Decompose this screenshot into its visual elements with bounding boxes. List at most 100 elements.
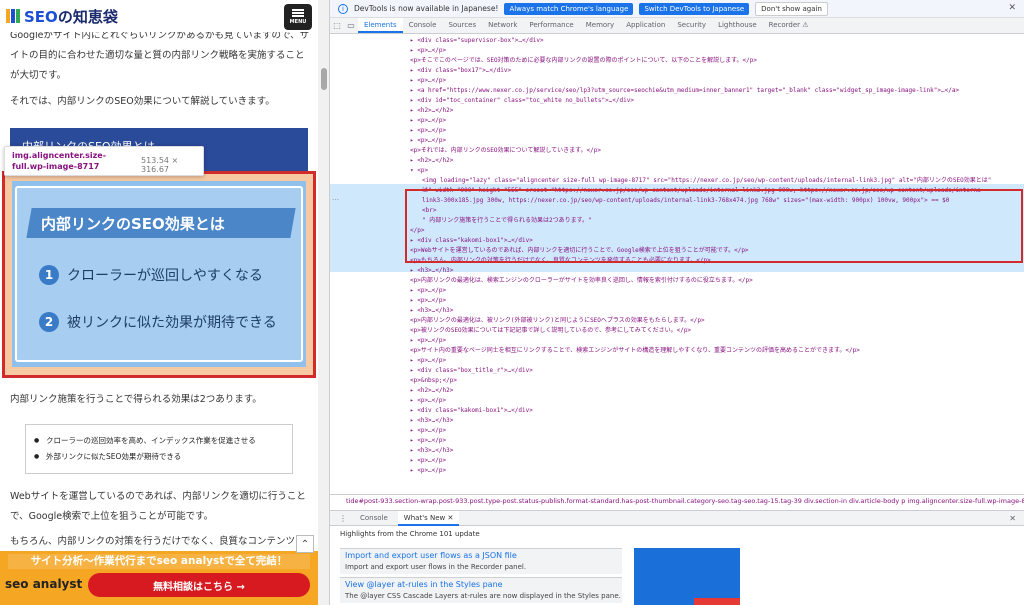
infobar-message: DevTools is now available in Japanese!	[354, 4, 499, 13]
screen: SEOの知恵袋 MENU Googleがサイト内にどれぐらいリンクがあるかも見て…	[0, 0, 1024, 605]
drawer-tabbar: ⋮ Console What's New ✕ ✕	[330, 510, 1024, 526]
dom-node-line[interactable]: ▸ <h2>…</h2>	[330, 106, 1024, 116]
dom-node-line[interactable]: ▸ <h2>…</h2>	[330, 386, 1024, 396]
inspect-element-icon[interactable]: ⬚	[330, 18, 344, 33]
dom-tree: … ▸ <div class="supervisor-box">…</div> ▸…	[330, 34, 1024, 494]
dom-node-line[interactable]: ▸ <div class="box17">…</div>	[330, 66, 1024, 76]
dom-node-line[interactable]: ▸ <div id="toc_container" class="toc_whi…	[330, 96, 1024, 106]
article-image: 内部リンクのSEO効果とは 1 クローラーが巡回しやすくなる 2 被リンクに似た…	[12, 181, 306, 367]
hamburger-icon	[292, 9, 304, 17]
scroll-to-top-button[interactable]: ⌃	[296, 535, 314, 553]
dom-node-line[interactable]: ▸ <h3>…</h3>	[330, 266, 1024, 276]
dom-node-line[interactable]: ▸ <p>…</p>	[330, 396, 1024, 406]
summary-box: クローラーの巡回効率を高め、インデックス作業を促進させる 外部リンクに似たSEO…	[25, 424, 293, 474]
highlights-title: Highlights from the Chrome 101 update	[340, 530, 480, 538]
paragraph-after-image: 内部リンク施策を行うことで得られる効果は2つあります。	[10, 394, 262, 405]
card-description: Import and export user flows in the Reco…	[345, 563, 527, 571]
devtools-tabbar: ⬚ ▭ Elements Console Sources Network Per…	[330, 18, 1024, 34]
dom-node-line[interactable]: ▸ <p>…</p>	[330, 466, 1024, 476]
dom-node-line[interactable]: ▸ <h3>…</h3>	[330, 446, 1024, 456]
card-description: The @layer CSS Cascade Layers at-rules a…	[345, 592, 621, 600]
dom-node-line[interactable]: <p>&nbsp;</p>	[330, 376, 1024, 386]
number-badge-icon: 2	[39, 312, 59, 332]
inspector-tooltip: img.aligncenter.size-full.wp-image-8717 …	[4, 146, 204, 176]
scrollbar-thumb[interactable]	[321, 68, 327, 90]
dom-node-line[interactable]: ▸ <h2>…</h2>	[330, 156, 1024, 166]
dom-node-line[interactable]: <p>内部リンクの最適化は、被リンク(外部被リンク)と同じようにSEOへプラスの…	[330, 316, 1024, 326]
page-scrollbar[interactable]	[318, 0, 329, 605]
image-item-1: 1 クローラーが巡回しやすくなる	[39, 265, 263, 285]
dom-node-line[interactable]: ▸ <p>…</p>	[330, 296, 1024, 306]
breadcrumb[interactable]: tide#post-933.section-wrap.post-933.post…	[330, 494, 1024, 508]
dom-node-line[interactable]: ▸ <div class="kakomi-box1">…</div>	[330, 406, 1024, 416]
dom-node-line[interactable]: ▸ <p>…</p>	[330, 76, 1024, 86]
logo-suffix: の知恵袋	[57, 7, 118, 26]
dom-node-line[interactable]: ▸ <p>…</p>	[330, 456, 1024, 466]
highlighted-image[interactable]: 内部リンクのSEO効果とは 1 クローラーが巡回しやすくなる 2 被リンクに似た…	[2, 171, 316, 378]
tab-sources[interactable]: Sources	[442, 18, 482, 33]
dom-node-line[interactable]: <p>サイト内の重要なページ同士を相互にリンクすることで、検索エンジンがサイトの…	[330, 346, 1024, 356]
promo-accent	[694, 598, 740, 605]
free-consultation-button[interactable]: 無料相談はこちら →	[88, 573, 310, 597]
dom-node-line[interactable]: ▸ <div class="box_title_r">…</div>	[330, 366, 1024, 376]
dom-node-line[interactable]: ▸ <p>…</p>	[330, 46, 1024, 56]
drawer-menu-icon[interactable]: ⋮	[336, 511, 350, 526]
dom-node-line[interactable]: ▸ <p>…</p>	[330, 426, 1024, 436]
tab-security[interactable]: Security	[671, 18, 712, 33]
dom-node-line[interactable]: <p>被リンクのSEO効果については下記記事で詳しく説明しているので、参考にして…	[330, 326, 1024, 336]
tab-recorder[interactable]: Recorder ⚠	[763, 18, 815, 33]
always-match-language-button[interactable]: Always match Chrome's language	[504, 2, 634, 15]
dom-node-line[interactable]: <p>それでは、内部リンクのSEO効果について解説していきます。</p>	[330, 146, 1024, 156]
web-page: SEOの知恵袋 MENU Googleがサイト内にどれぐらいリンクがあるかも見て…	[0, 0, 330, 605]
dom-node-line[interactable]: ▸ <p>…</p>	[330, 336, 1024, 346]
card-title[interactable]: View @layer at-rules in the Styles pane	[345, 580, 503, 589]
paragraph-intro: それでは、内部リンクのSEO効果について解説していきます。	[10, 96, 275, 107]
dom-node-line[interactable]: <p>内部リンクの最適化は、検索エンジンのクローラーがサイトを効率良く巡回し、情…	[330, 276, 1024, 286]
switch-to-japanese-button[interactable]: Switch DevTools to Japanese	[639, 2, 750, 15]
site-header: SEOの知恵袋 MENU	[0, 0, 318, 32]
tab-elements[interactable]: Elements	[358, 18, 403, 33]
close-icon[interactable]: ✕	[1008, 3, 1016, 13]
dom-node-line[interactable]: ▸ <h3>…</h3>	[330, 416, 1024, 426]
menu-button[interactable]: MENU	[284, 4, 312, 30]
info-icon: i	[338, 3, 348, 14]
drawer-tab-console[interactable]: Console	[354, 511, 394, 526]
tab-network[interactable]: Network	[482, 18, 523, 33]
close-drawer-icon[interactable]: ✕	[1009, 514, 1016, 523]
tooltip-size: 513.54 × 316.67	[141, 156, 179, 174]
logo-icon[interactable]	[6, 9, 20, 23]
selected-node-outline	[405, 189, 1023, 263]
site-logo[interactable]: SEOの知恵袋	[24, 6, 118, 27]
tooltip-selector: img.aligncenter.size-full.wp-image-8717	[12, 151, 107, 171]
whats-new-promo-image	[634, 548, 740, 605]
device-toolbar-icon[interactable]: ▭	[344, 18, 358, 33]
tab-performance[interactable]: Performance	[523, 18, 579, 33]
tab-console[interactable]: Console	[403, 18, 443, 33]
dom-node-line[interactable]: ▸ <div class="supervisor-box">…</div>	[330, 36, 1024, 46]
dom-node-line[interactable]: ▸ <h3>…</h3>	[330, 306, 1024, 316]
dom-node-line[interactable]: <img loading="lazy" class="aligncenter s…	[330, 176, 1024, 186]
dom-node-line[interactable]: ▸ <a href="https://www.nexer.co.jp/servi…	[330, 86, 1024, 96]
tab-lighthouse[interactable]: Lighthouse	[712, 18, 763, 33]
image-card: 内部リンクのSEO効果とは 1 クローラーが巡回しやすくなる 2 被リンクに似た…	[15, 186, 303, 362]
dom-node-line[interactable]: ▸ <p>…</p>	[330, 126, 1024, 136]
dom-node-line[interactable]: ▸ <p>…</p>	[330, 436, 1024, 446]
card-title[interactable]: Import and export user flows as a JSON f…	[345, 551, 517, 560]
whats-new-card[interactable]: Import and export user flows as a JSON f…	[340, 548, 622, 574]
menu-label: MENU	[289, 19, 307, 25]
image-heading: 内部リンクのSEO効果とは	[41, 215, 225, 233]
tab-memory[interactable]: Memory	[580, 18, 620, 33]
dom-node-line[interactable]: ▸ <p>…</p>	[330, 286, 1024, 296]
dom-node-line[interactable]: ▸ <p>…</p>	[330, 356, 1024, 366]
dont-show-again-button[interactable]: Don't show again	[755, 1, 828, 16]
summary-list: クローラーの巡回効率を高め、インデックス作業を促進させる 外部リンクに似たSEO…	[26, 425, 292, 465]
tab-application[interactable]: Application	[620, 18, 671, 33]
whats-new-card[interactable]: View @layer at-rules in the Styles pane …	[340, 577, 622, 603]
dom-node-line[interactable]: <p>そこでこのページでは、SEO対策のために必要な内部リンクの設置の際のポイン…	[330, 56, 1024, 66]
drawer-tab-whats-new[interactable]: What's New ✕	[397, 510, 460, 526]
cta-logo[interactable]: seo analyst	[5, 577, 82, 591]
dom-node-line[interactable]: ▾ <p>	[330, 166, 1024, 176]
dom-node-line[interactable]: ▸ <p>…</p>	[330, 136, 1024, 146]
language-infobar: i DevTools is now available in Japanese!…	[330, 0, 1024, 18]
dom-node-line[interactable]: ▸ <p>…</p>	[330, 116, 1024, 126]
